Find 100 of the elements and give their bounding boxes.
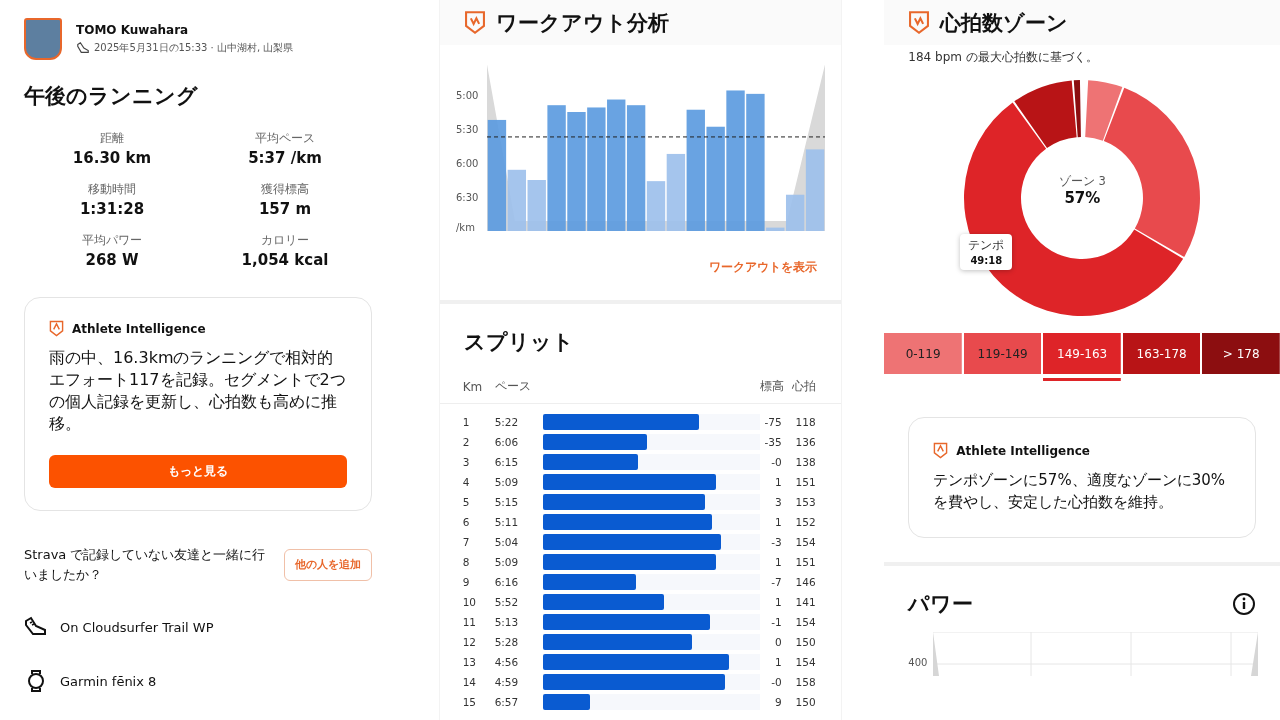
shield-logo-icon: [463, 10, 486, 35]
pace-cell-text: 5:04: [494, 536, 520, 548]
heart-rate-cell-text: 154: [794, 656, 816, 668]
summary-text: テンポゾーンに57%、適度なゾーンに30%を費やし、安定した心拍数を維持。: [933, 470, 1226, 513]
heart-rate-cell-text: 138: [794, 456, 816, 468]
km-cell-text: 9: [462, 576, 471, 588]
pace-cell-text: 5:15: [494, 496, 520, 508]
km-cell-text: 6: [462, 516, 471, 528]
card-heading: Athlete Intelligence: [72, 321, 206, 336]
gear-name[interactable]: Garmin fēnix 8: [60, 673, 157, 689]
pace-cell-text: 4:56: [494, 656, 520, 668]
heart-rate-cell-text: 150: [794, 696, 816, 708]
pace-cell-text: 4:59: [494, 676, 520, 688]
section-title: 心拍数ゾーン: [940, 9, 1069, 37]
section-title: ワークアウト分析: [495, 9, 669, 37]
info-icon[interactable]: [1232, 592, 1256, 616]
stat-label: 移動時間: [88, 181, 136, 198]
athlete-name[interactable]: TOMO Kuwahara: [76, 23, 294, 37]
elevation-cell-text: -7: [770, 576, 782, 588]
column-header: 心拍: [790, 378, 816, 395]
card-heading: Athlete Intelligence: [956, 443, 1090, 458]
stat-value: 268 W: [85, 251, 139, 269]
tooltip: テンポ 49:18: [960, 234, 1013, 270]
zone-tab[interactable]: 149-163: [1043, 333, 1121, 381]
elevation-cell-text: -35: [763, 436, 782, 448]
heart-rate-cell-text: 118: [794, 416, 816, 428]
heart-rate-cell-text: 150: [794, 636, 816, 648]
pace-cell-text: 5:11: [494, 516, 520, 528]
elevation-cell-text: -0: [770, 676, 782, 688]
heart-rate-cell-text: 153: [794, 496, 816, 508]
km-cell-text: 15: [462, 696, 478, 708]
pace-cell-text: 5:13: [494, 616, 520, 628]
pace-cell-text: 5:09: [494, 556, 520, 568]
column-header: Km: [462, 379, 484, 394]
elevation-cell-text: 0: [773, 636, 782, 648]
column-header: 標高: [759, 378, 782, 395]
elevation-cell-text: 1: [773, 476, 782, 488]
axis-tick-label: 6:30: [455, 192, 479, 203]
elevation-cell-text: 1: [773, 556, 782, 568]
pace-cell-text: 5:09: [494, 476, 520, 488]
column-header: ペース: [494, 378, 532, 395]
heart-rate-cell-text: 151: [794, 476, 816, 488]
elevation-cell-text: 1: [773, 516, 782, 528]
elevation-cell-text: 9: [773, 696, 782, 708]
avatar-placeholder[interactable]: [24, 18, 62, 60]
stat-value: 1:31:28: [79, 200, 145, 218]
subtitle: 184 bpm の最大心拍数に基づく。: [908, 49, 1099, 66]
stat-label: 平均パワー: [82, 232, 142, 249]
elevation-cell-text: 1: [773, 596, 782, 608]
km-cell-text: 14: [462, 676, 478, 688]
shoe-icon: [76, 41, 90, 55]
heart-rate-cell-text: 158: [794, 676, 816, 688]
pace-cell-text: 6:57: [494, 696, 520, 708]
view-workout-link[interactable]: ワークアウトを表示: [709, 259, 818, 276]
activity-title: 午後のランニング: [24, 83, 199, 110]
elevation-cell-text: -75: [763, 416, 782, 428]
heart-rate-cell-text: 151: [794, 556, 816, 568]
stat-value: 16.30 km: [72, 149, 152, 167]
km-cell-text: 10: [462, 596, 478, 608]
heart-rate-cell-text: 152: [794, 516, 816, 528]
axis-tick-label: 6:00: [455, 158, 479, 169]
axis-tick-label: 400: [908, 657, 928, 668]
km-cell-text: 12: [462, 636, 478, 648]
section-title: パワー: [908, 591, 974, 618]
stat-label: 距離: [100, 130, 124, 147]
km-cell-text: 5: [462, 496, 471, 508]
pace-cell-text: 6:16: [494, 576, 520, 588]
stat-value: 1,054 kcal: [241, 251, 329, 269]
heart-rate-cell-text: 146: [794, 576, 816, 588]
km-cell-text: 1: [462, 416, 471, 428]
km-cell-text: 8: [462, 556, 471, 568]
zone-percentage: 57%: [1064, 189, 1101, 207]
summary-text: 雨の中、16.3kmのランニングで相対的エフォート117を記録。セグメントで2つの個人記録を更新し、心拍数も高めに推移。: [49, 347, 347, 435]
pace-cell-text: 5:52: [494, 596, 520, 608]
km-cell-text: 4: [462, 476, 471, 488]
gear-name[interactable]: On Cloudsurfer Trail WP: [60, 619, 214, 635]
shield-logo-icon: [49, 320, 64, 337]
axis-tick-label: 5:00: [455, 90, 479, 101]
pace-cell-text: 6:15: [494, 456, 520, 468]
activity-meta: 2025年5月31日の15:33 · 山中湖村, 山梨県: [94, 41, 294, 55]
stat-value: 5:37 /km: [248, 149, 322, 167]
shield-logo-icon: [933, 442, 949, 459]
km-cell-text: 3: [462, 456, 471, 468]
pace-cell-text: 5:22: [494, 416, 520, 428]
elevation-cell-text: -3: [770, 536, 782, 548]
zone-label: ゾーン 3: [1058, 174, 1106, 189]
elevation-cell-text: 3: [773, 496, 782, 508]
stat-label: 獲得標高: [261, 181, 309, 198]
km-cell-text: 7: [462, 536, 471, 548]
pace-cell-text: 6:06: [494, 436, 520, 448]
stat-value: 157 m: [258, 200, 312, 218]
see-more-button[interactable]: もっと見る: [49, 455, 347, 488]
km-cell-text: 2: [462, 436, 471, 448]
heart-rate-cell-text: 141: [794, 596, 816, 608]
elevation-cell-text: -0: [770, 456, 782, 468]
km-cell-text: 11: [462, 616, 478, 628]
axis-tick-label: 5:30: [455, 124, 479, 135]
add-people-button[interactable]: 他の人を追加: [284, 549, 372, 581]
pace-cell-text: 5:28: [494, 636, 520, 648]
section-title: スプリット: [463, 329, 575, 356]
